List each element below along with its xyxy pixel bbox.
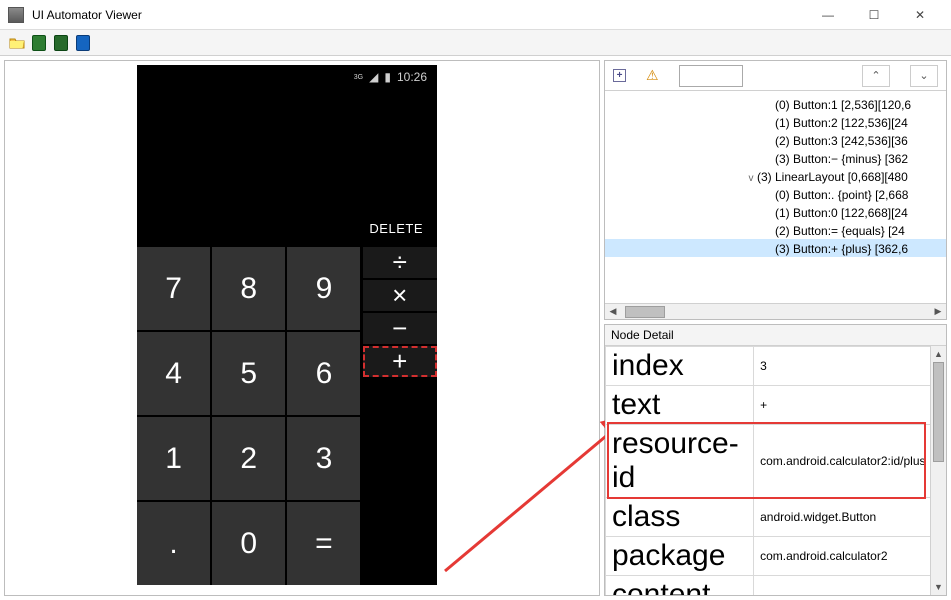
- tree-row[interactable]: (3) Button:+ {plus} [362,6: [605, 239, 946, 257]
- close-button[interactable]: ✕: [897, 0, 943, 30]
- detail-title: Node Detail: [605, 325, 946, 346]
- detail-key: index: [606, 347, 754, 386]
- detail-key: class: [606, 498, 754, 537]
- detail-value: +: [754, 386, 946, 425]
- maximize-button[interactable]: ☐: [851, 0, 897, 30]
- filter-combo[interactable]: [679, 65, 743, 87]
- detail-table: index3text+resource-idcom.android.calcul…: [605, 346, 946, 595]
- tree-row-label: (1) Button:0 [122,668][24: [775, 206, 908, 220]
- tree-row-label: (3) Button:+ {plus} [362,6: [775, 242, 908, 256]
- tree-row[interactable]: (0) Button:1 [2,536][120,6: [605, 95, 946, 113]
- detail-key: text: [606, 386, 754, 425]
- key-5[interactable]: 5: [212, 332, 285, 415]
- warning-icon: ⚠: [646, 67, 659, 84]
- tree-row-label: (3) Button:− {minus} [362: [775, 152, 908, 166]
- scroll-down-icon[interactable]: ▼: [931, 579, 946, 595]
- tree-row[interactable]: v(3) LinearLayout [0,668][480: [605, 167, 946, 185]
- detail-value: plus: [754, 576, 946, 596]
- device-dump-compressed-icon[interactable]: [52, 34, 70, 52]
- tree-row-label: (1) Button:2 [122,536][24: [775, 116, 908, 130]
- calculator-display: [137, 89, 437, 209]
- tree-toolbar: + ⚠ ⌃ ⌄: [605, 61, 946, 91]
- key-multiply[interactable]: ×: [363, 280, 438, 311]
- minimize-button[interactable]: —: [805, 0, 851, 30]
- title-bar: UI Automator Viewer — ☐ ✕: [0, 0, 951, 30]
- node-detail-pane: Node Detail index3text+resource-idcom.an…: [604, 324, 947, 596]
- tree-row-label: (0) Button:1 [2,536][120,6: [775, 98, 911, 112]
- detail-row[interactable]: packagecom.android.calculator2: [606, 537, 946, 576]
- tree-row[interactable]: (1) Button:0 [122,668][24: [605, 203, 946, 221]
- app-icon: [8, 7, 24, 23]
- key-2[interactable]: 2: [212, 417, 285, 500]
- key-0[interactable]: 0: [212, 502, 285, 585]
- detail-row[interactable]: resource-idcom.android.calculator2:id/pl…: [606, 425, 946, 498]
- delete-button[interactable]: DELETE: [369, 221, 423, 236]
- window-title: UI Automator Viewer: [32, 8, 805, 22]
- detail-row[interactable]: text+: [606, 386, 946, 425]
- clock-label: 10:26: [397, 70, 427, 84]
- key-4[interactable]: 4: [137, 332, 210, 415]
- key-8[interactable]: 8: [212, 247, 285, 330]
- key-3[interactable]: 3: [287, 417, 360, 500]
- android-status-bar: 3G ◢ ▮ 10:26: [137, 65, 437, 89]
- detail-row[interactable]: content-descplus: [606, 576, 946, 596]
- key-7[interactable]: 7: [137, 247, 210, 330]
- key-point[interactable]: .: [137, 502, 210, 585]
- scroll-up-icon[interactable]: ▲: [931, 346, 946, 362]
- device-preview: 3G ◢ ▮ 10:26 DELETE 7 8 9 4 5 6 1 2: [137, 65, 437, 585]
- detail-value: com.android.calculator2:id/plus: [754, 425, 946, 498]
- detail-key: package: [606, 537, 754, 576]
- key-equals[interactable]: =: [287, 502, 360, 585]
- key-6[interactable]: 6: [287, 332, 360, 415]
- collapse-icon[interactable]: v: [745, 170, 757, 188]
- nav-up-button[interactable]: ⌃: [862, 65, 890, 87]
- key-1[interactable]: 1: [137, 417, 210, 500]
- calculator-keypad: 7 8 9 4 5 6 1 2 3 . 0 = ÷ × − +: [137, 247, 437, 585]
- toolbar: [0, 30, 951, 56]
- tree-row[interactable]: (1) Button:2 [122,536][24: [605, 113, 946, 131]
- hierarchy-pane: + ⚠ ⌃ ⌄ (0) Button:1 [2,536][120,6 (1) Bu…: [604, 60, 947, 320]
- tree-row-label: (2) Button:3 [242,536][36: [775, 134, 908, 148]
- tree-row[interactable]: (0) Button:. {point} [2,668: [605, 185, 946, 203]
- detail-value: android.widget.Button: [754, 498, 946, 537]
- signal-icon: ◢: [369, 70, 378, 84]
- scroll-thumb[interactable]: [625, 306, 665, 318]
- scroll-right-icon[interactable]: ▶: [930, 304, 946, 320]
- tree-row-label: (0) Button:. {point} [2,668: [775, 188, 908, 202]
- detail-vert-scrollbar[interactable]: ▲ ▼: [930, 346, 946, 595]
- save-icon[interactable]: [74, 34, 92, 52]
- open-folder-icon[interactable]: [8, 34, 26, 52]
- tree-row-label: (2) Button:= {equals} [24: [775, 224, 905, 238]
- key-divide[interactable]: ÷: [363, 247, 438, 278]
- screenshot-pane: 3G ◢ ▮ 10:26 DELETE 7 8 9 4 5 6 1 2: [4, 60, 600, 596]
- detail-value: com.android.calculator2: [754, 537, 946, 576]
- tree-horiz-scrollbar[interactable]: ◀ ▶: [605, 303, 946, 319]
- key-plus[interactable]: +: [363, 346, 438, 377]
- tree-row[interactable]: (3) Button:− {minus} [362: [605, 149, 946, 167]
- tree-row[interactable]: (2) Button:3 [242,536][36: [605, 131, 946, 149]
- device-dump-icon[interactable]: [30, 34, 48, 52]
- expand-all-icon[interactable]: +: [613, 69, 626, 82]
- detail-value: 3: [754, 347, 946, 386]
- detail-row[interactable]: index3: [606, 347, 946, 386]
- key-9[interactable]: 9: [287, 247, 360, 330]
- detail-key: resource-id: [606, 425, 754, 498]
- tree-row[interactable]: (2) Button:= {equals} [24: [605, 221, 946, 239]
- tree-row-label: (3) LinearLayout [0,668][480: [757, 170, 908, 184]
- nav-down-button[interactable]: ⌄: [910, 65, 938, 87]
- key-minus[interactable]: −: [363, 313, 438, 344]
- scroll-thumb[interactable]: [933, 362, 944, 462]
- scroll-left-icon[interactable]: ◀: [605, 304, 621, 320]
- battery-icon: ▮: [384, 70, 391, 84]
- tree-body[interactable]: (0) Button:1 [2,536][120,6 (1) Button:2 […: [605, 91, 946, 303]
- detail-row[interactable]: classandroid.widget.Button: [606, 498, 946, 537]
- network-label: 3G: [354, 74, 363, 81]
- detail-key: content-desc: [606, 576, 754, 596]
